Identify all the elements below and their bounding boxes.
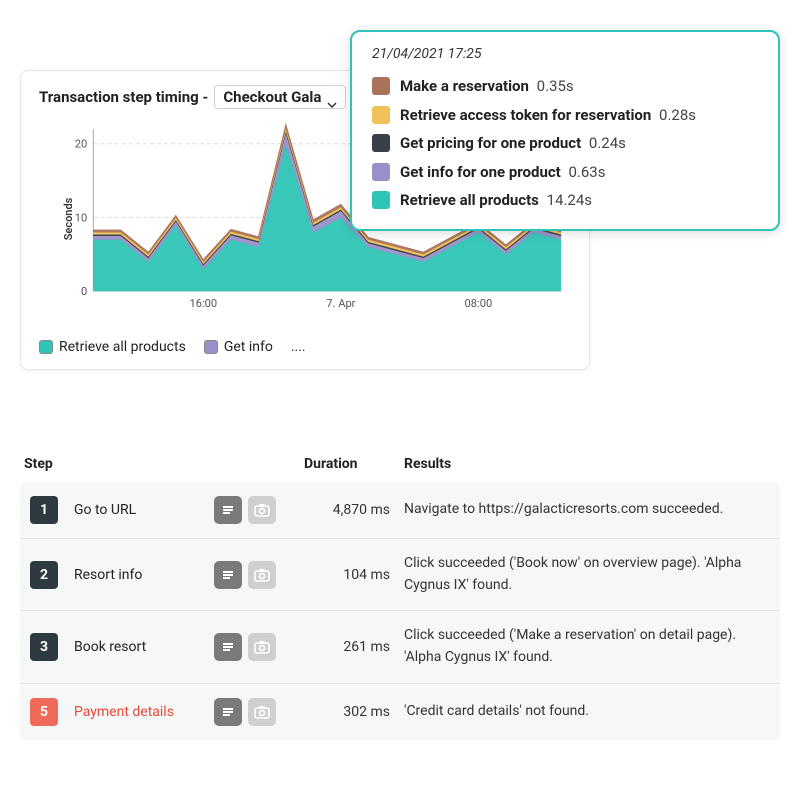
th-duration: Duration	[304, 456, 404, 472]
steps-table: Step Duration Results 1 Go to URL 4,870 ms…	[20, 450, 780, 740]
svg-text:0: 0	[81, 285, 87, 298]
step-duration: 261 ms	[304, 639, 404, 655]
tooltip-row: Retrieve all products 14.24s	[372, 186, 758, 215]
chart-tooltip: 21/04/2021 17:25 Make a reservation 0.35…	[350, 30, 780, 231]
step-name[interactable]: Book resort	[74, 639, 214, 655]
tooltip-row: Get info for one product 0.63s	[372, 158, 758, 187]
log-icon-button[interactable]	[214, 698, 242, 726]
legend-label: Retrieve all products	[59, 339, 186, 355]
step-duration: 4,870 ms	[304, 502, 404, 518]
chart-filter-dropdown[interactable]: Checkout Gala	[214, 85, 346, 109]
tooltip-swatch	[372, 163, 390, 181]
tooltip-value: 0.35s	[533, 77, 574, 95]
screenshot-icon-button[interactable]	[248, 698, 276, 726]
th-results: Results	[404, 456, 780, 472]
table-row: 2 Resort info 104 msClick succeeded ('Book…	[20, 539, 780, 611]
table-row: 5 Payment details 302 ms'Credit card detai…	[20, 684, 780, 740]
tooltip-label: Make a reservation	[400, 77, 529, 95]
tooltip-label: Get pricing for one product	[400, 134, 581, 152]
step-duration: 104 ms	[304, 567, 404, 583]
chart-legend: Retrieve all products Get info ....	[39, 339, 571, 355]
table-row: 3 Book resort 261 msClick succeeded ('Make…	[20, 611, 780, 683]
legend-label: Get info	[224, 339, 273, 355]
step-duration: 302 ms	[304, 704, 404, 720]
step-number-badge: 2	[30, 561, 58, 589]
log-icon-button[interactable]	[214, 496, 242, 524]
tooltip-value: 0.28s	[655, 106, 696, 124]
tooltip-label: Get info for one product	[400, 163, 561, 181]
svg-text:20: 20	[75, 138, 87, 151]
legend-item[interactable]: Get info	[204, 339, 273, 355]
step-results: Click succeeded ('Book now' on overview …	[404, 553, 776, 596]
log-icon-button[interactable]	[214, 561, 242, 589]
tooltip-value: 0.24s	[585, 134, 626, 152]
svg-text:08:00: 08:00	[465, 297, 493, 310]
log-icon-button[interactable]	[214, 633, 242, 661]
screenshot-icon-button[interactable]	[248, 633, 276, 661]
step-name[interactable]: Payment details	[74, 704, 214, 720]
th-step: Step	[24, 456, 74, 472]
legend-item[interactable]: Retrieve all products	[39, 339, 186, 355]
legend-swatch	[39, 340, 53, 354]
tooltip-value: 14.24s	[543, 191, 592, 209]
step-name[interactable]: Resort info	[74, 567, 214, 583]
tooltip-row: Get pricing for one product 0.24s	[372, 129, 758, 158]
step-name[interactable]: Go to URL	[74, 502, 214, 518]
tooltip-label: Retrieve all products	[400, 191, 539, 209]
step-results: 'Credit card details' not found.	[404, 701, 776, 723]
chart-filter-label: Checkout Gala	[223, 88, 321, 106]
step-results: Click succeeded ('Make a reservation' on…	[404, 625, 776, 668]
legend-more[interactable]: ....	[291, 339, 306, 355]
screenshot-icon-button[interactable]	[248, 561, 276, 589]
tooltip-label: Retrieve access token for reservation	[400, 106, 651, 124]
tooltip-swatch	[372, 191, 390, 209]
tooltip-row: Make a reservation 0.35s	[372, 72, 758, 101]
svg-text:7. Apr: 7. Apr	[326, 297, 355, 310]
chart-title-prefix: Transaction step timing -	[39, 88, 208, 106]
tooltip-timestamp: 21/04/2021 17:25	[372, 46, 758, 62]
svg-text:10: 10	[75, 211, 87, 224]
table-row: 1 Go to URL 4,870 msNavigate to https://ga…	[20, 482, 780, 539]
legend-swatch	[204, 340, 218, 354]
y-axis-label: Seconds	[62, 198, 75, 241]
svg-text:16:00: 16:00	[190, 297, 218, 310]
chevron-down-icon	[327, 94, 337, 100]
tooltip-value: 0.63s	[565, 163, 606, 181]
screenshot-icon-button[interactable]	[248, 496, 276, 524]
step-number-badge: 3	[30, 633, 58, 661]
step-number-badge: 1	[30, 496, 58, 524]
table-body: 1 Go to URL 4,870 msNavigate to https://ga…	[20, 482, 780, 740]
tooltip-row: Retrieve access token for reservation 0.…	[372, 101, 758, 130]
step-results: Navigate to https://galacticresorts.com …	[404, 499, 776, 521]
tooltip-swatch	[372, 134, 390, 152]
table-header-row: Step Duration Results	[20, 450, 780, 482]
step-number-badge: 5	[30, 698, 58, 726]
tooltip-swatch	[372, 106, 390, 124]
tooltip-swatch	[372, 77, 390, 95]
